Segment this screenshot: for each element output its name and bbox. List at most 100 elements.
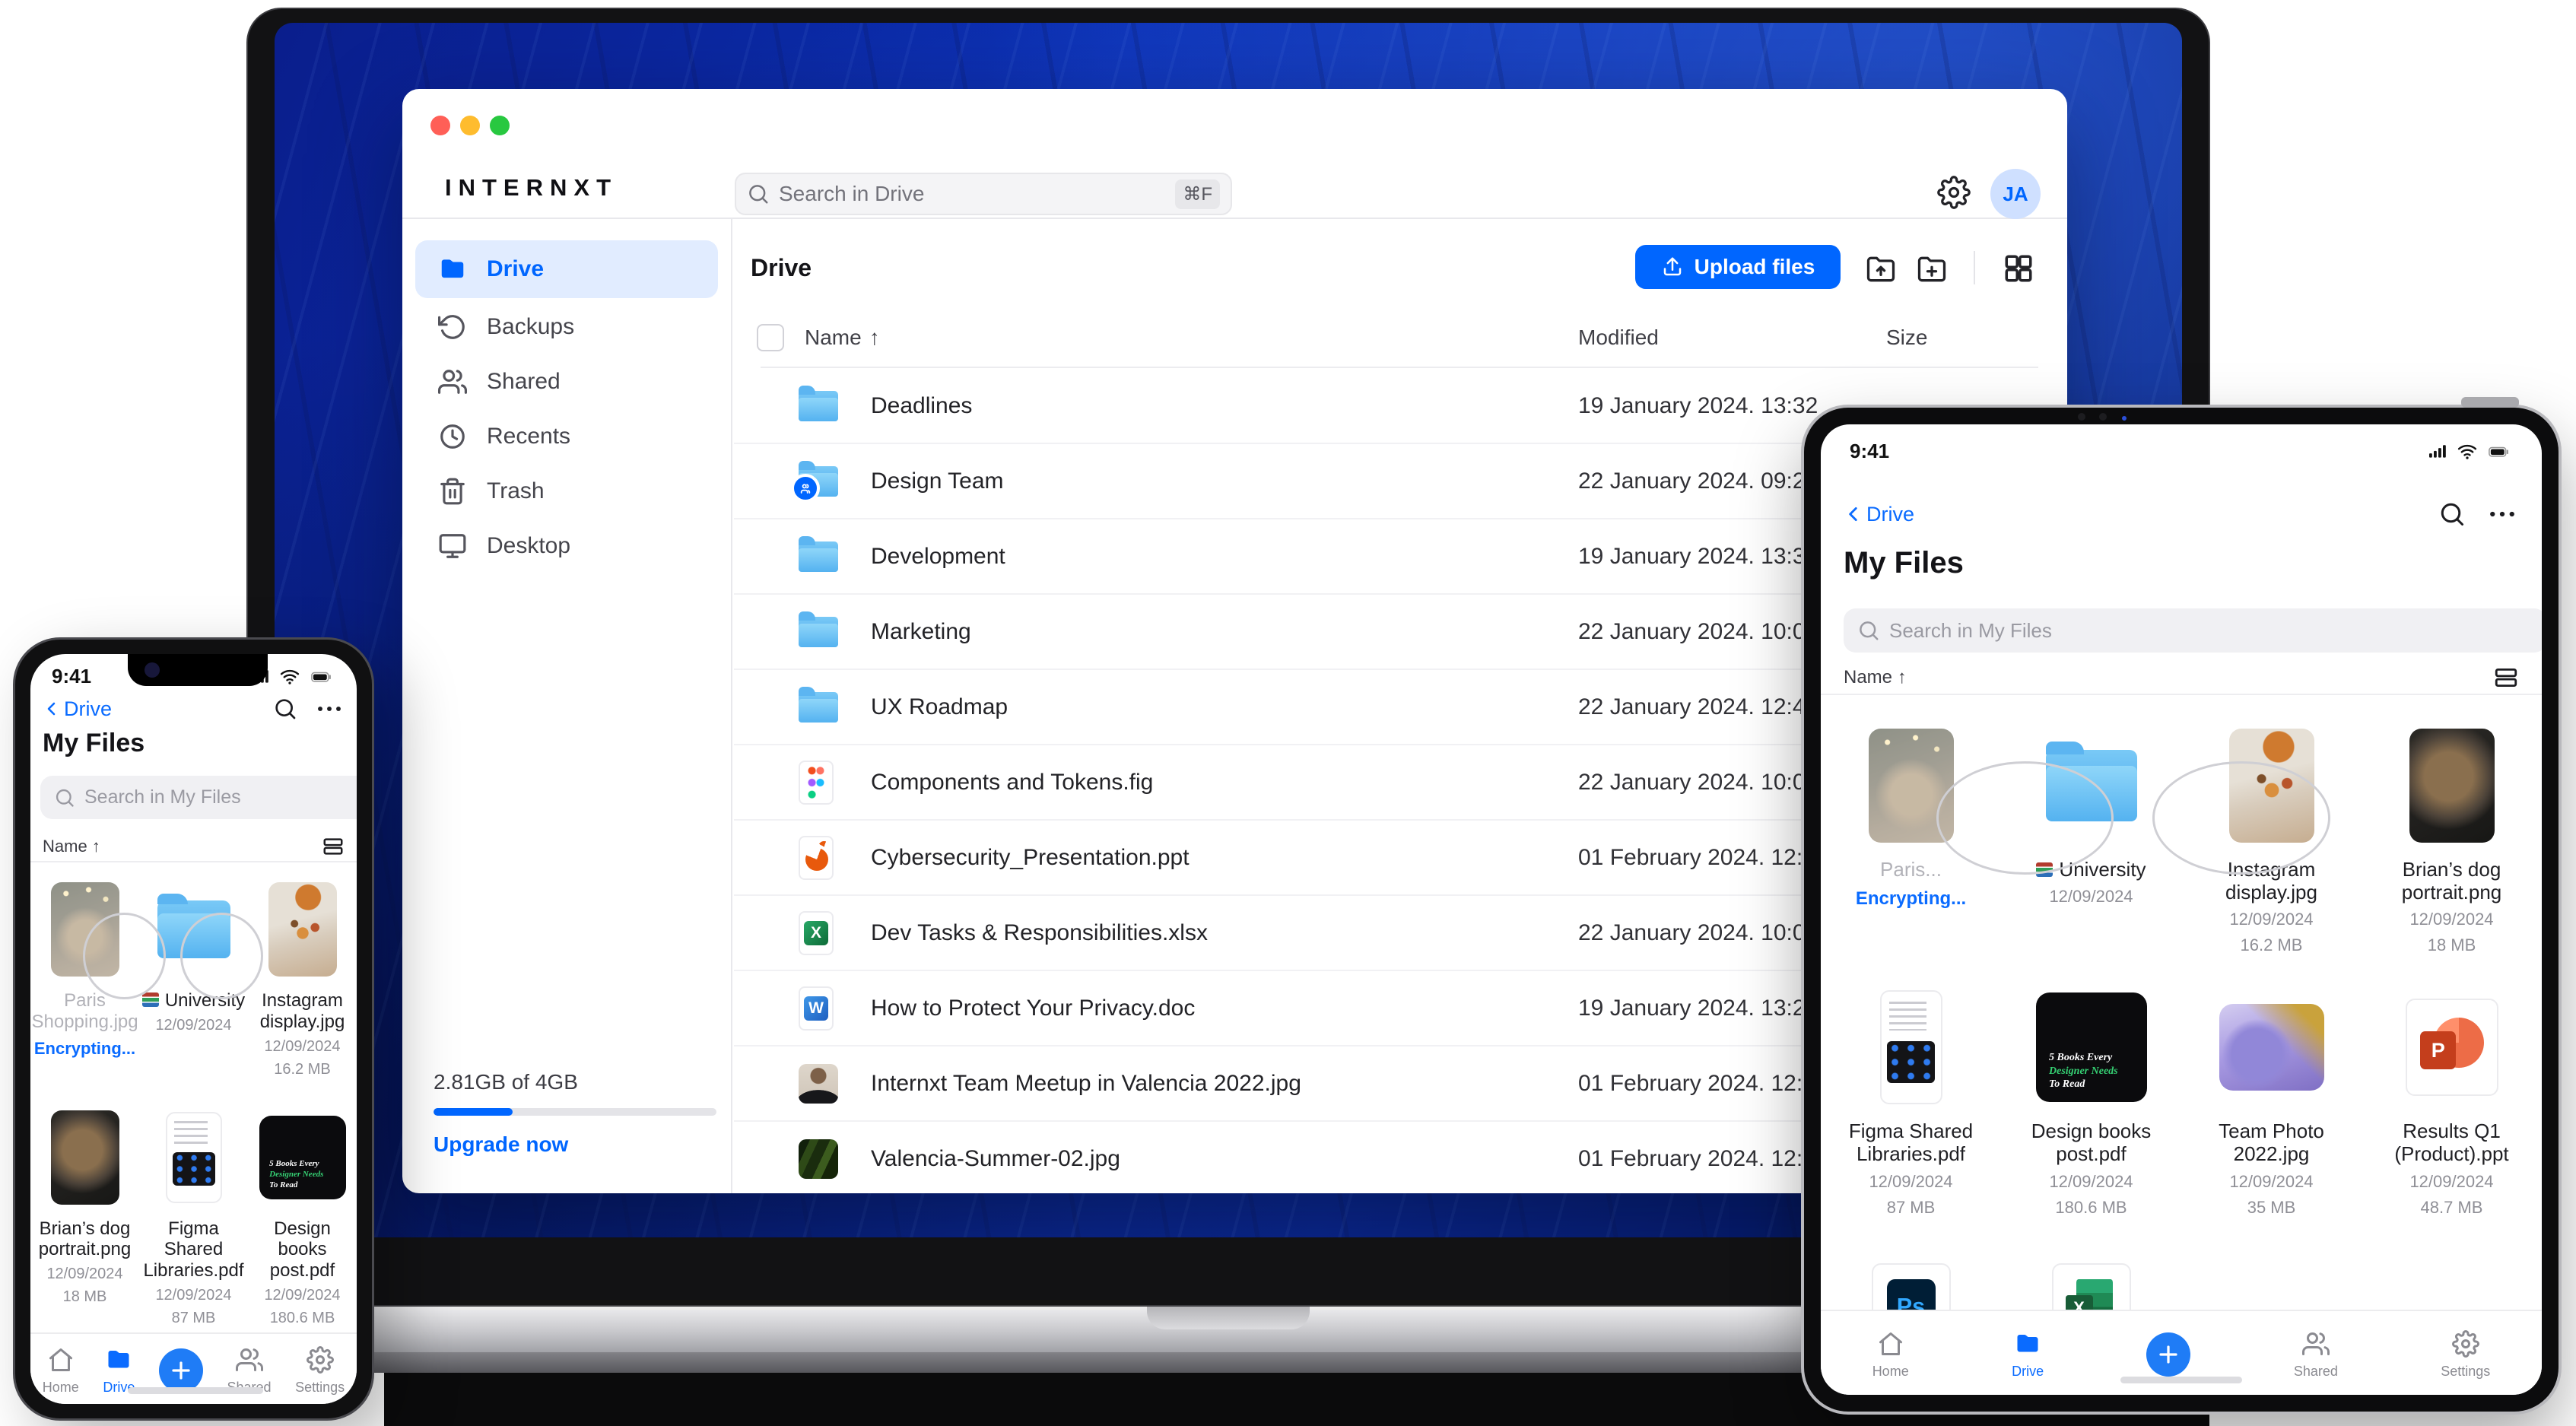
grid-item[interactable]: Brian’s dog portrait.png 12/09/2024 18 M… <box>30 1109 139 1327</box>
file-icon <box>791 460 838 503</box>
file-modified: 19 January 2024. 13:25 <box>1578 995 1818 1021</box>
nav-icon <box>2146 1332 2191 1377</box>
file-icon <box>799 686 838 723</box>
file-thumbnail: 5 Books Every Designer Needs To Read <box>259 1115 346 1199</box>
list-view-icon[interactable] <box>2493 665 2519 691</box>
column-size[interactable]: Size <box>1886 326 1927 350</box>
sidebar-item-icon <box>438 367 467 396</box>
ipad: 9:41 Drive My Files Search in My Files N… <box>1804 397 2559 1412</box>
file-size: 16.2 MB <box>274 1060 331 1078</box>
grid-item[interactable]: Results Q1 (Product).ppt 12/09/2024 48.7… <box>2362 989 2542 1217</box>
encrypting-status: Encrypting... <box>33 1038 136 1058</box>
grid-item[interactable]: Instagram display.jpg 12/09/2024 16.2 MB <box>248 881 357 1078</box>
page-title: My Files <box>43 729 145 757</box>
status-time: 9:41 <box>1850 440 1890 462</box>
sidebar-item-label: Desktop <box>487 533 571 558</box>
nav-item[interactable]: Drive <box>2012 1330 2044 1380</box>
file-modified: 01 February 2024. 12:3 <box>1578 844 1815 870</box>
more-options-icon[interactable] <box>314 697 345 721</box>
upload-files-label: Upload files <box>1694 255 1815 278</box>
file-modified: 19 January 2024. 13:32 <box>1578 392 1818 418</box>
file-modified: 22 January 2024. 09:2 <box>1578 468 1806 494</box>
grid-item[interactable]: Team Photo 2022.jpg 12/09/2024 35 MB <box>2181 989 2362 1217</box>
sidebar-item[interactable]: Trash <box>415 465 718 517</box>
nav-item[interactable] <box>158 1348 203 1393</box>
list-view-icon[interactable] <box>322 835 345 858</box>
grid-item[interactable]: Figma Shared Libraries.pdf 12/09/2024 87… <box>139 1109 248 1327</box>
sort-by-name[interactable]: Name ↑ <box>43 837 100 856</box>
nav-item[interactable] <box>2146 1332 2191 1377</box>
sidebar-item-label: Drive <box>487 256 545 281</box>
search-input[interactable]: Search in My Files <box>1844 608 2542 653</box>
settings-gear-button[interactable] <box>1937 176 1971 209</box>
file-size: 18 MB <box>2427 935 2476 955</box>
upload-files-button[interactable]: Upload files <box>1635 245 1841 289</box>
column-name[interactable]: Name ↑ <box>805 326 880 350</box>
file-name: Cybersecurity_Presentation.ppt <box>871 844 1190 870</box>
grid-item[interactable]: 5 Books Every Designer Needs To Read Desig… <box>248 1109 357 1327</box>
nav-item[interactable]: Home <box>43 1346 79 1396</box>
phone-screen: 9:41 Drive My Files Search in My Files N… <box>30 654 357 1404</box>
encrypting-status: Encrypting... <box>1855 888 1967 910</box>
sidebar-item[interactable]: Drive <box>415 240 718 298</box>
sidebar-item[interactable]: Shared <box>415 356 718 408</box>
home-indicator[interactable] <box>2120 1377 2242 1383</box>
file-name: Figma Shared Libraries.pdf <box>1848 1120 1974 1166</box>
back-to-drive-link[interactable]: Drive <box>1844 502 1914 526</box>
drive-search-input[interactable]: Search in Drive ⌘F <box>735 173 1232 215</box>
nav-item[interactable]: Home <box>1872 1330 1909 1380</box>
file-date: 12/09/2024 <box>2049 887 2133 907</box>
more-options-icon[interactable] <box>2485 501 2519 527</box>
internxt-devices-composite: INTERNXT Search in Drive ⌘F JA Drive Bac… <box>0 0 2576 1426</box>
storage-widget: 2.81GB of 4GB Upgrade now <box>434 1070 716 1157</box>
nav-icon <box>105 1346 132 1374</box>
back-to-drive-link[interactable]: Drive <box>43 697 112 721</box>
file-modified: 22 January 2024. 10:08 <box>1578 919 1818 945</box>
sidebar-item[interactable]: Backups <box>415 301 718 353</box>
user-avatar[interactable]: JA <box>1990 169 2041 219</box>
upgrade-now-link[interactable]: Upgrade now <box>434 1132 716 1157</box>
file-modified: 22 January 2024. 10:08 <box>1578 618 1818 644</box>
sidebar-item[interactable]: Desktop <box>415 520 718 572</box>
select-all-checkbox[interactable] <box>757 324 784 351</box>
internxt-logo: INTERNXT <box>445 174 618 201</box>
file-thumbnail: 5 Books Every Designer Needs To Read <box>2035 992 2147 1103</box>
file-modified: 22 January 2024. 12:44 <box>1578 694 1818 719</box>
file-name: How to Protect Your Privacy.doc <box>871 995 1196 1021</box>
file-modified: 01 February 2024. 12:3 <box>1578 1145 1815 1171</box>
nav-item[interactable]: Settings <box>295 1345 345 1396</box>
storage-progress-bar <box>434 1108 716 1116</box>
grid-item[interactable]: 5 Books Every Designer Needs To Read Desig… <box>2001 989 2181 1217</box>
nav-label: Home <box>42 1379 79 1395</box>
signal-icon <box>2429 444 2446 458</box>
sidebar-item-label: Backups <box>487 314 575 339</box>
grid-view-button[interactable] <box>2003 252 2034 284</box>
sidebar-item[interactable]: Recents <box>415 411 718 462</box>
sort-by-name[interactable]: Name ↑ <box>1844 667 1907 688</box>
chevron-left-icon <box>1849 507 1857 521</box>
nav-item[interactable]: Shared <box>2294 1330 2338 1380</box>
grid-item[interactable]: Figma Shared Libraries.pdf 12/09/2024 87… <box>1821 989 2001 1217</box>
grid-item[interactable]: Brian’s dog portrait.png 12/09/2024 18 M… <box>2362 727 2542 955</box>
new-folder-button[interactable] <box>1915 252 1949 286</box>
search-icon[interactable] <box>273 697 297 721</box>
file-date: 12/09/2024 <box>2409 1171 2494 1191</box>
upload-folder-button[interactable] <box>1864 252 1898 286</box>
sidebar-item-icon <box>438 313 467 341</box>
sidebar-nav: Drive Backups Shared Recents Trash Deskt… <box>402 237 731 575</box>
window-topbar: INTERNXT Search in Drive ⌘F JA <box>402 89 2067 219</box>
upload-icon <box>1663 257 1681 276</box>
nav-label: Drive <box>2012 1363 2044 1379</box>
search-icon[interactable] <box>2438 500 2466 528</box>
file-icon <box>799 760 834 805</box>
column-modified[interactable]: Modified <box>1578 326 1659 350</box>
nav-item[interactable]: Settings <box>2441 1329 2490 1380</box>
home-indicator[interactable] <box>128 1387 263 1394</box>
file-name: Figma Shared Libraries.pdf <box>143 1218 244 1281</box>
file-thumbnail <box>2219 1004 2324 1091</box>
sort-asc-icon: ↑ <box>91 837 100 856</box>
file-date: 12/09/2024 <box>46 1266 123 1283</box>
tablet-power-button <box>2461 397 2519 408</box>
page-title: Drive <box>751 254 812 281</box>
search-input[interactable]: Search in My Files <box>40 776 357 819</box>
